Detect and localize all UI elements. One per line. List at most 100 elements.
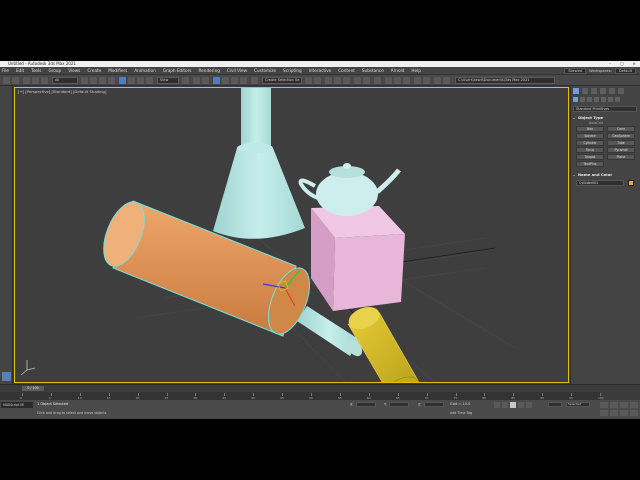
unlink-icon[interactable]: [32, 77, 39, 84]
viewport-layout-icon[interactable]: [2, 372, 11, 381]
box-object[interactable]: [311, 206, 405, 311]
torus-button[interactable]: Torus: [576, 147, 604, 153]
menu-rendering[interactable]: Rendering: [199, 68, 220, 73]
zoom-all-icon[interactable]: [610, 402, 618, 408]
y-field[interactable]: [388, 402, 409, 407]
box-button[interactable]: Box: [576, 126, 604, 132]
menu-file[interactable]: File: [2, 68, 9, 73]
create-tab-icon[interactable]: [573, 88, 579, 94]
menu-help[interactable]: Help: [411, 68, 421, 73]
link-icon[interactable]: [23, 77, 30, 84]
hierarchy-tab-icon[interactable]: [591, 88, 597, 94]
angle-snap-icon[interactable]: [222, 77, 229, 84]
viewport-label[interactable]: [+] [Perspective] [Standard] [Default Sh…: [18, 89, 106, 94]
textplus-button[interactable]: TextPlus: [576, 161, 604, 167]
menu-arnold[interactable]: Arnold: [391, 68, 405, 73]
project-icon[interactable]: [443, 77, 450, 84]
schematic-view-icon[interactable]: [363, 77, 370, 84]
menu-interactive[interactable]: Interactive: [309, 68, 332, 73]
maxscript-listener[interactable]: MAXScript Mi: [1, 402, 33, 408]
select-object-icon[interactable]: [81, 77, 88, 84]
user-account[interactable]: Skewed: [564, 68, 587, 74]
field-of-view-icon[interactable]: [600, 410, 608, 416]
object-type-header[interactable]: Object Type: [573, 115, 637, 121]
menu-group[interactable]: Group: [48, 68, 61, 73]
z-field[interactable]: [423, 402, 444, 407]
material-editor-icon[interactable]: [374, 77, 381, 84]
tube-button[interactable]: Tube: [607, 140, 635, 146]
placement-icon[interactable]: [146, 77, 153, 84]
menu-scripting[interactable]: Scripting: [283, 68, 302, 73]
curve-editor-icon[interactable]: [354, 77, 361, 84]
add-time-tag[interactable]: Add Time Tag: [450, 411, 472, 415]
time-slider-thumb[interactable]: 0 / 100: [22, 386, 44, 391]
ribbon-icon[interactable]: [343, 77, 350, 84]
render-production-icon[interactable]: [403, 77, 410, 84]
pivot-center-icon[interactable]: [182, 77, 189, 84]
plane-button[interactable]: Plane: [607, 154, 635, 160]
folder-icon[interactable]: [434, 77, 441, 84]
shapes-icon[interactable]: [580, 97, 585, 102]
menu-civil-view[interactable]: Civil View: [227, 68, 247, 73]
redo-icon[interactable]: [12, 77, 19, 84]
rendered-frame-icon[interactable]: [394, 77, 401, 84]
named-selection-sets-dropdown[interactable]: Create Selection Se: [262, 77, 302, 84]
edit-named-selection-icon[interactable]: [251, 77, 258, 84]
menu-substance[interactable]: Substance: [362, 68, 384, 73]
render-environment-icon[interactable]: [423, 77, 430, 84]
window-crossing-icon[interactable]: [108, 77, 115, 84]
zoom-extents-icon[interactable]: [620, 402, 628, 408]
name-and-color-header[interactable]: Name and Color: [573, 172, 637, 178]
time-slider[interactable]: 0 / 100 0 5 10 15 20 25 30 35 40 45 50 55 60 65 70 75 80…: [0, 384, 640, 400]
reference-coordinate-dropdown[interactable]: View: [157, 77, 179, 84]
modify-tab-icon[interactable]: [582, 88, 588, 94]
space-warps-icon[interactable]: [608, 97, 613, 102]
key-filter-dropdown[interactable]: Selected: [566, 402, 590, 407]
select-rotate-icon[interactable]: [128, 77, 135, 84]
cone-button[interactable]: Cone: [607, 126, 635, 132]
pan-icon[interactable]: [610, 410, 618, 416]
zoom-icon[interactable]: [600, 402, 608, 408]
menu-modifiers[interactable]: Modifiers: [108, 68, 127, 73]
geosphere-button[interactable]: GeoSphere: [607, 133, 635, 139]
motion-tab-icon[interactable]: [600, 88, 606, 94]
set-key-mode-icon[interactable]: [548, 402, 562, 407]
project-path-field[interactable]: C:\Users\sewil\Documents\3ds Max 2021: [455, 77, 555, 84]
sphere-button[interactable]: Sphere: [576, 133, 604, 139]
select-by-name-icon[interactable]: [90, 77, 97, 84]
systems-icon[interactable]: [615, 97, 620, 102]
geometry-icon[interactable]: [573, 97, 578, 102]
percent-snap-icon[interactable]: [231, 77, 238, 84]
zoom-extents-all-icon[interactable]: [630, 402, 638, 408]
menu-tools[interactable]: Tools: [31, 68, 41, 73]
perspective-viewport[interactable]: [+] [Perspective] [Standard] [Default Sh…: [14, 87, 569, 383]
cone-object[interactable]: [213, 88, 305, 239]
spinner-snap-icon[interactable]: [240, 77, 247, 84]
scene-explorer-icon[interactable]: [325, 77, 332, 84]
select-manipulate-icon[interactable]: [193, 77, 200, 84]
maximize-viewport-icon[interactable]: [630, 410, 638, 416]
menu-graph-editors[interactable]: Graph Editors: [163, 68, 192, 73]
workspace-dropdown[interactable]: Default: [614, 68, 636, 74]
selection-region-icon[interactable]: [99, 77, 106, 84]
go-to-end-icon[interactable]: [526, 402, 532, 408]
select-scale-icon[interactable]: [137, 77, 144, 84]
selection-filter-dropdown[interactable]: All: [52, 77, 78, 84]
menu-views[interactable]: Views: [68, 68, 80, 73]
utilities-tab-icon[interactable]: [618, 88, 624, 94]
undo-icon[interactable]: [3, 77, 10, 84]
track-bar[interactable]: [0, 392, 600, 400]
object-color-swatch[interactable]: [628, 180, 634, 186]
layer-explorer-icon[interactable]: [334, 77, 341, 84]
primitive-category-dropdown[interactable]: Standard Primitives: [573, 106, 637, 112]
pyramid-button[interactable]: Pyramid: [607, 147, 635, 153]
select-move-icon[interactable]: [119, 77, 126, 84]
go-to-start-icon[interactable]: [494, 402, 500, 408]
menu-customize[interactable]: Customize: [254, 68, 276, 73]
menu-edit[interactable]: Edit: [16, 68, 24, 73]
x-field[interactable]: [355, 402, 376, 407]
snaps-toggle-icon[interactable]: [213, 77, 220, 84]
play-icon[interactable]: [510, 402, 516, 408]
teapot-button[interactable]: Teapot: [576, 154, 604, 160]
previous-frame-icon[interactable]: [502, 402, 508, 408]
